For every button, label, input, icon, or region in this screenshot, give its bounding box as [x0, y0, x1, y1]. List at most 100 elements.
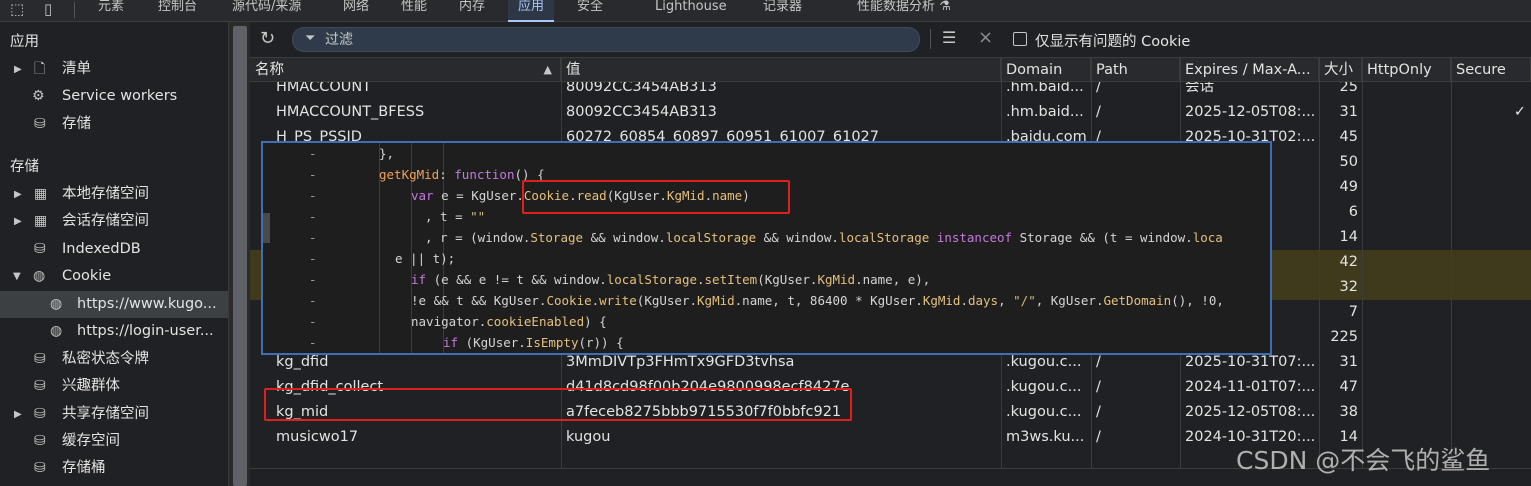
tab-application[interactable]: 应用: [508, 0, 555, 22]
tab-sources[interactable]: 源代码/来源: [232, 0, 301, 22]
expand-arrow-icon[interactable]: ▶: [14, 56, 22, 83]
cell-secure: ✓: [1513, 104, 1526, 120]
tab-recorder[interactable]: 记录器: [763, 0, 802, 22]
cell-domain: m3ws.ku...: [1006, 429, 1085, 445]
code-token: function: [454, 167, 515, 182]
sidebar-item-label: Cookie: [62, 268, 112, 284]
code-token: .: [960, 293, 968, 308]
cell-path: /: [1096, 429, 1101, 445]
code-line: - e || t);: [263, 248, 1270, 269]
collapse-arrow-icon[interactable]: ▼: [13, 263, 21, 290]
column-header-name[interactable]: 名称 ▲: [250, 58, 561, 82]
table-grid-icon: ▦: [34, 186, 48, 202]
sidebar-item-service-workers[interactable]: ⚙ Service workers: [0, 83, 228, 110]
column-header-domain[interactable]: Domain: [1001, 58, 1091, 82]
sidebar-item-storage-buckets[interactable]: ⛁ 存储桶: [0, 455, 228, 482]
code-token: KgMid: [817, 272, 856, 287]
column-header-size[interactable]: 大小: [1319, 58, 1362, 82]
cell-value: kugou: [566, 429, 611, 445]
cell-secure: [1456, 175, 1526, 200]
filter-box[interactable]: ⏷: [292, 27, 920, 52]
tab-memory[interactable]: 内存: [459, 0, 485, 22]
cell-secure: [1456, 275, 1526, 300]
code-token: getKgMid: [379, 167, 440, 182]
code-token: , KgUser.: [1035, 293, 1104, 308]
sidebar-item-session-storage[interactable]: ▶ ▦ 会话存储空间: [0, 208, 228, 235]
column-header-path[interactable]: Path: [1091, 58, 1180, 82]
tab-elements[interactable]: 元素: [98, 0, 124, 22]
cell-size: 225: [1330, 329, 1358, 345]
code-token: "/": [1013, 293, 1036, 308]
sidebar-item-cookie-kugou[interactable]: ◍ https://www.kugo...: [0, 291, 228, 318]
code-text: , r = (window.Storage && window.localSto…: [425, 227, 1223, 248]
cell-secure: [1456, 350, 1526, 375]
sidebar-item-interest-groups[interactable]: ⛁ 兴趣群体: [0, 373, 228, 400]
code-token: Storage && (t = window.: [1012, 230, 1193, 245]
column-header-expires[interactable]: Expires / Max-A...: [1180, 58, 1319, 82]
cell-httponly: [1367, 400, 1447, 425]
cell-expires: 2024-11-01T07:...: [1185, 379, 1315, 395]
code-token: GetDomain: [1103, 293, 1172, 308]
cell-secure: [1456, 300, 1526, 325]
sidebar-item-shared-storage[interactable]: ▶ ⛁ 共享存储空间: [0, 401, 228, 428]
filter-input[interactable]: [325, 30, 905, 49]
device-toolbar-icon[interactable]: ▯: [44, 0, 52, 18]
diff-marker: -: [309, 167, 317, 182]
delete-selected-icon[interactable]: ×: [978, 27, 993, 48]
tab-performance[interactable]: 性能: [401, 0, 427, 22]
code-preview-popup: -}, - getKgMid: function() {- var e = KgUse…: [261, 141, 1272, 355]
sidebar-item-local-storage[interactable]: ▶ ▦ 本地存储空间: [0, 181, 228, 208]
inspect-element-icon[interactable]: ⬚: [10, 0, 24, 18]
sidebar-item-label: 会话存储空间: [62, 213, 149, 229]
code-token: e || t);: [395, 251, 456, 266]
tab-console[interactable]: 控制台: [158, 0, 197, 22]
column-header-secure[interactable]: Secure: [1451, 58, 1531, 82]
cell-size: 25: [1339, 82, 1358, 95]
table-row[interactable]: HMACCOUNT_BFESS 80092CC3454AB313 .hm.baid.…: [250, 100, 1531, 125]
code-token: var: [411, 188, 442, 203]
tab-network[interactable]: 网络: [343, 0, 369, 22]
expand-arrow-icon[interactable]: ▶: [14, 208, 22, 235]
code-token: instanceof: [936, 230, 1013, 245]
sidebar-item-cookie-login-user[interactable]: ◍ https://login-user...: [0, 318, 228, 345]
sidebar-item-cookies[interactable]: ▼ ◍ Cookie: [0, 263, 228, 290]
cell-httponly: [1367, 300, 1447, 325]
refresh-icon[interactable]: ↻: [260, 28, 275, 49]
diff-marker: -: [309, 314, 317, 329]
scrollbar-thumb[interactable]: [233, 26, 247, 486]
expand-arrow-icon[interactable]: ▶: [14, 181, 22, 208]
column-header-httponly[interactable]: HttpOnly: [1362, 58, 1451, 82]
column-divider: [1319, 58, 1320, 468]
tab-lighthouse[interactable]: Lighthouse: [655, 0, 727, 22]
cell-domain: .kugou.c...: [1006, 404, 1082, 420]
cell-domain: .kugou.c...: [1006, 379, 1082, 395]
column-divider: [1362, 58, 1363, 468]
cell-path: /: [1096, 82, 1101, 95]
sidebar-item-manifest[interactable]: ▶ 🗋 清单: [0, 56, 228, 83]
tab-performance-insights[interactable]: 性能数据分析 ⚗: [857, 0, 951, 22]
sidebar-item-storage[interactable]: ⛁ 存储: [0, 111, 228, 138]
tab-security[interactable]: 安全: [577, 0, 603, 22]
sort-ascending-icon[interactable]: ▲: [544, 58, 552, 82]
sidebar-item-cache-storage[interactable]: ⛁ 缓存空间: [0, 428, 228, 455]
column-header-value[interactable]: 值: [561, 58, 1001, 82]
cell-httponly: [1367, 200, 1447, 225]
sidebar-item-private-state-tokens[interactable]: ⛁ 私密状态令牌: [0, 346, 228, 373]
table-row[interactable]: HMACCOUNT 80092CC3454AB313 .hm.baid... / 会话 2…: [250, 82, 1531, 100]
cell-httponly: [1367, 150, 1447, 175]
diff-marker: -: [309, 209, 317, 224]
cookie-icon: ◍: [50, 296, 63, 312]
code-token: e = KgUser.: [441, 188, 524, 203]
code-token: localStorage: [606, 272, 697, 287]
expand-arrow-icon[interactable]: ▶: [14, 401, 22, 428]
code-token: .name, t, 86400 * KgUser.: [734, 293, 923, 308]
sidebar-scrollbar[interactable]: [228, 22, 250, 486]
cell-secure: [1456, 375, 1526, 400]
only-issues-checkbox[interactable]: [1013, 32, 1027, 46]
sidebar-item-indexeddb[interactable]: ⛁ IndexedDB: [0, 236, 228, 263]
sidebar-item-label: 缓存空间: [62, 433, 120, 449]
database-icon: ⛁: [34, 433, 46, 449]
sidebar-item-label: Service workers: [62, 88, 178, 104]
clear-all-cookies-icon[interactable]: ☰: [942, 28, 956, 47]
